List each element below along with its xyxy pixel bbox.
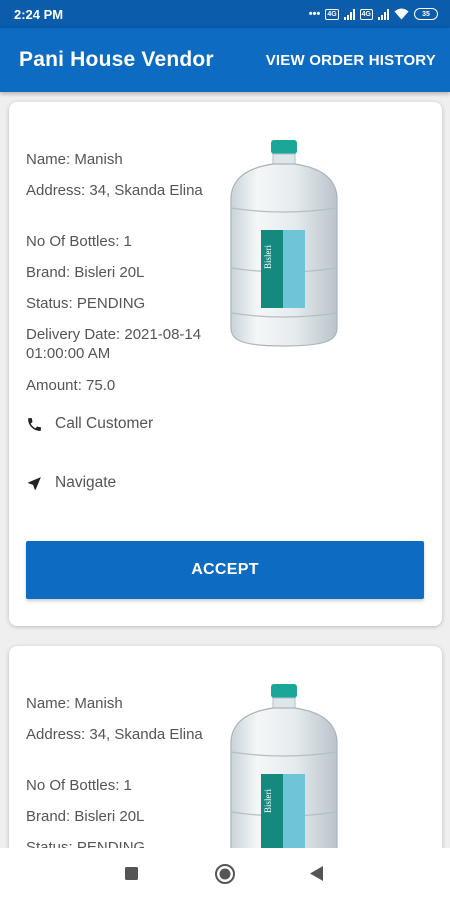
accept-button[interactable]: ACCEPT — [26, 541, 424, 599]
bottle-count: No Of Bottles: 1 — [26, 777, 132, 794]
app-title: Pani House Vendor — [19, 48, 214, 71]
battery-level: 35 — [422, 10, 430, 18]
signal-icon — [343, 8, 355, 20]
brand: Brand: Bisleri 20L — [26, 808, 145, 825]
orders-list[interactable]: Name: Manish Address: 34, Skanda Elina N… — [0, 92, 450, 848]
battery-icon: 35 — [414, 8, 438, 20]
phone-icon — [28, 417, 41, 431]
bottle-brand-label: Bisleri — [263, 245, 273, 269]
order-status: Status: PENDING — [26, 295, 146, 312]
wifi-icon — [394, 8, 409, 20]
view-order-history-button[interactable]: VIEW ORDER HISTORY — [266, 52, 436, 69]
bottle-brand-label: Bisleri — [263, 789, 273, 813]
more-notifications-icon: ••• — [308, 8, 321, 20]
water-bottle-image: Bisleri — [230, 140, 338, 347]
navigate-label: Navigate — [55, 474, 117, 491]
call-customer-button[interactable]: Call Customer — [26, 415, 153, 433]
customer-address: Address: 34, Skanda Elina — [26, 726, 203, 743]
volte-icon-2: 4G — [359, 8, 373, 20]
customer-address: Address: 34, Skanda Elina — [26, 182, 203, 199]
status-bar: 2:24 PM ••• 4G 4G 35 — [0, 0, 450, 28]
water-bottle-image: Bisleri — [230, 684, 338, 848]
system-navigation-bar — [0, 848, 450, 900]
bottle-count: No Of Bottles: 1 — [26, 233, 132, 250]
navigate-button[interactable]: Navigate — [26, 474, 116, 492]
navigation-arrow-icon — [28, 476, 41, 490]
call-customer-label: Call Customer — [55, 415, 154, 432]
order-card: Name: Manish Address: 34, Skanda Elina N… — [9, 102, 442, 626]
customer-name: Name: Manish — [26, 695, 123, 712]
signal-icon-2 — [378, 8, 389, 20]
app-bar: Pani House Vendor VIEW ORDER HISTORY — [0, 28, 450, 92]
order-card: Name: Manish Address: 34, Skanda Elina N… — [9, 646, 442, 848]
amount: Amount: 75.0 — [26, 377, 116, 394]
customer-name: Name: Manish — [26, 151, 123, 168]
home-icon[interactable] — [214, 863, 236, 885]
order-status: Status: PENDING — [26, 839, 146, 848]
recent-apps-icon[interactable] — [125, 867, 138, 880]
status-icons: ••• 4G 4G 35 — [309, 8, 438, 20]
status-time: 2:24 PM — [14, 6, 64, 22]
brand: Brand: Bisleri 20L — [26, 264, 145, 281]
back-icon[interactable] — [310, 866, 324, 881]
volte-icon: 4G — [325, 8, 339, 20]
delivery-date: Delivery Date: 2021-08-14 01:00:00 AM — [26, 326, 202, 362]
